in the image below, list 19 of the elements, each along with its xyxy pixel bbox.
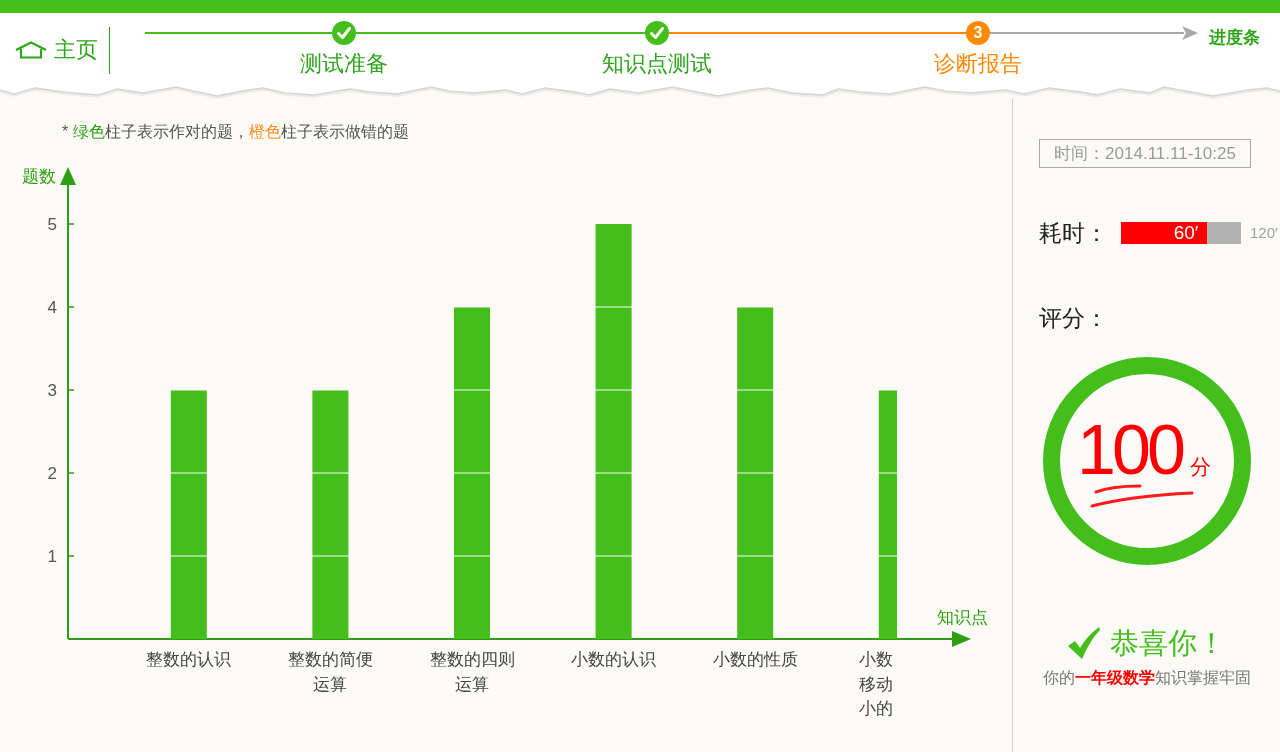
mastery-message: 你的一年级数学知识掌握牢固: [1041, 668, 1252, 688]
time-stamp: 时间：2014.11.11-10:25: [1039, 139, 1251, 168]
check-icon: [1067, 627, 1100, 659]
score-unit: 分: [1189, 456, 1211, 478]
step-label: 测试准备: [300, 51, 388, 77]
duration-reading: 60′: [1173, 222, 1199, 244]
score-label: 评分：: [1039, 305, 1108, 331]
score-value: 100: [1077, 420, 1182, 480]
duration-total: 120′: [1250, 222, 1278, 243]
home-icon: [14, 41, 48, 59]
step-label: 诊断报告: [934, 51, 1022, 77]
scribble-underline-icon: [1090, 484, 1196, 508]
step-label: 知识点测试: [602, 51, 712, 77]
legend-note: * 绿色柱子表示作对的题，橙色柱子表示做错的题: [62, 122, 409, 142]
congrats-text: 恭喜你！: [1109, 626, 1226, 661]
step-number: 3: [966, 21, 990, 45]
progress-label: 进度条: [1209, 27, 1260, 49]
home-link[interactable]: 主页: [14, 35, 98, 65]
duration-label: 耗时：: [1039, 220, 1108, 246]
